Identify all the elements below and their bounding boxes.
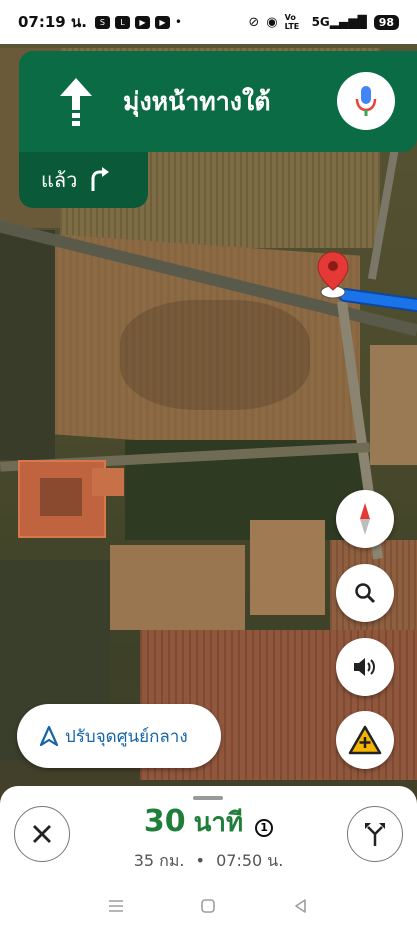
navigation-banner[interactable]: มุ่งหน้าทางใต้	[19, 51, 417, 152]
compass-icon	[360, 503, 370, 535]
then-instruction[interactable]: แล้ว	[19, 152, 148, 208]
signal-icon: 5G▂▄▆█	[311, 15, 367, 29]
status-bar: 07:19 น. S L ▶ ▶ • ⊘ ◉ Vo LTE 5G▂▄▆█ 98	[0, 0, 417, 44]
system-icons: ⊘ ◉ Vo LTE 5G▂▄▆█ 98	[248, 13, 399, 31]
sound-button[interactable]	[336, 638, 394, 696]
youtube-icon: ▶	[154, 15, 170, 29]
separator-dot: •	[195, 851, 205, 870]
trip-duration: 30 นาที 1	[143, 802, 274, 843]
map-field	[110, 545, 245, 630]
arrival-time: 07:50 น.	[216, 851, 284, 870]
back-icon[interactable]	[293, 898, 309, 914]
trip-distance: 35 กม.	[133, 851, 185, 870]
close-icon	[33, 825, 51, 843]
map-field	[370, 345, 417, 465]
recenter-label: ปรับจุดศูนย์กลาง	[65, 726, 188, 747]
then-label: แล้ว	[41, 168, 78, 192]
trip-details: 35 กม. • 07:50 น.	[90, 849, 327, 874]
more-dot-icon: •	[174, 15, 182, 29]
volume-icon	[354, 658, 375, 676]
notification-icons: S L ▶ ▶ •	[94, 15, 182, 29]
system-navigation-bar	[0, 880, 417, 932]
sheet-drag-handle[interactable]	[193, 796, 223, 800]
shopee-icon: S	[94, 15, 110, 29]
trip-summary[interactable]: 30 นาที 1 35 กม. • 07:50 น.	[90, 802, 327, 874]
navigation-instruction: มุ่งหน้าทางใต้	[123, 86, 271, 116]
voice-search-button[interactable]	[337, 72, 395, 130]
menu-icon[interactable]	[108, 899, 124, 913]
home-icon[interactable]	[200, 898, 216, 914]
youtube-icon: ▶	[134, 15, 150, 29]
location-pin-icon	[317, 251, 349, 299]
navigation-arrow-icon	[39, 725, 59, 747]
alternate-routes-button[interactable]	[347, 806, 403, 862]
exit-navigation-button[interactable]	[14, 806, 70, 862]
duration-unit: นาที	[193, 808, 244, 838]
map-field-shade	[120, 300, 310, 410]
report-warning-icon	[348, 725, 382, 755]
duration-value: 30	[143, 804, 186, 839]
search-icon	[355, 583, 376, 604]
battery-icon: 98	[373, 14, 399, 30]
building-courtyard	[40, 478, 82, 516]
eco-info-icon: 1	[255, 819, 274, 837]
line-icon: L	[114, 15, 130, 29]
building-roof	[92, 468, 124, 496]
alarm-off-icon: ⊘	[248, 14, 260, 30]
fork-route-icon	[365, 823, 385, 846]
turn-right-icon	[91, 167, 110, 191]
add-report-button[interactable]	[336, 711, 394, 769]
microphone-icon	[355, 86, 377, 116]
search-along-route-button[interactable]	[336, 564, 394, 622]
map-vegetation	[0, 230, 55, 460]
straight-arrow-icon	[41, 67, 111, 137]
signal-type: 5G	[311, 15, 330, 29]
recenter-button[interactable]: ปรับจุดศูนย์กลาง	[17, 704, 221, 768]
volte-icon: Vo LTE	[284, 13, 300, 31]
status-time: 07:19 น.	[18, 13, 87, 31]
location-icon: ◉	[266, 14, 278, 30]
compass-button[interactable]	[336, 490, 394, 548]
map-field	[250, 520, 325, 615]
